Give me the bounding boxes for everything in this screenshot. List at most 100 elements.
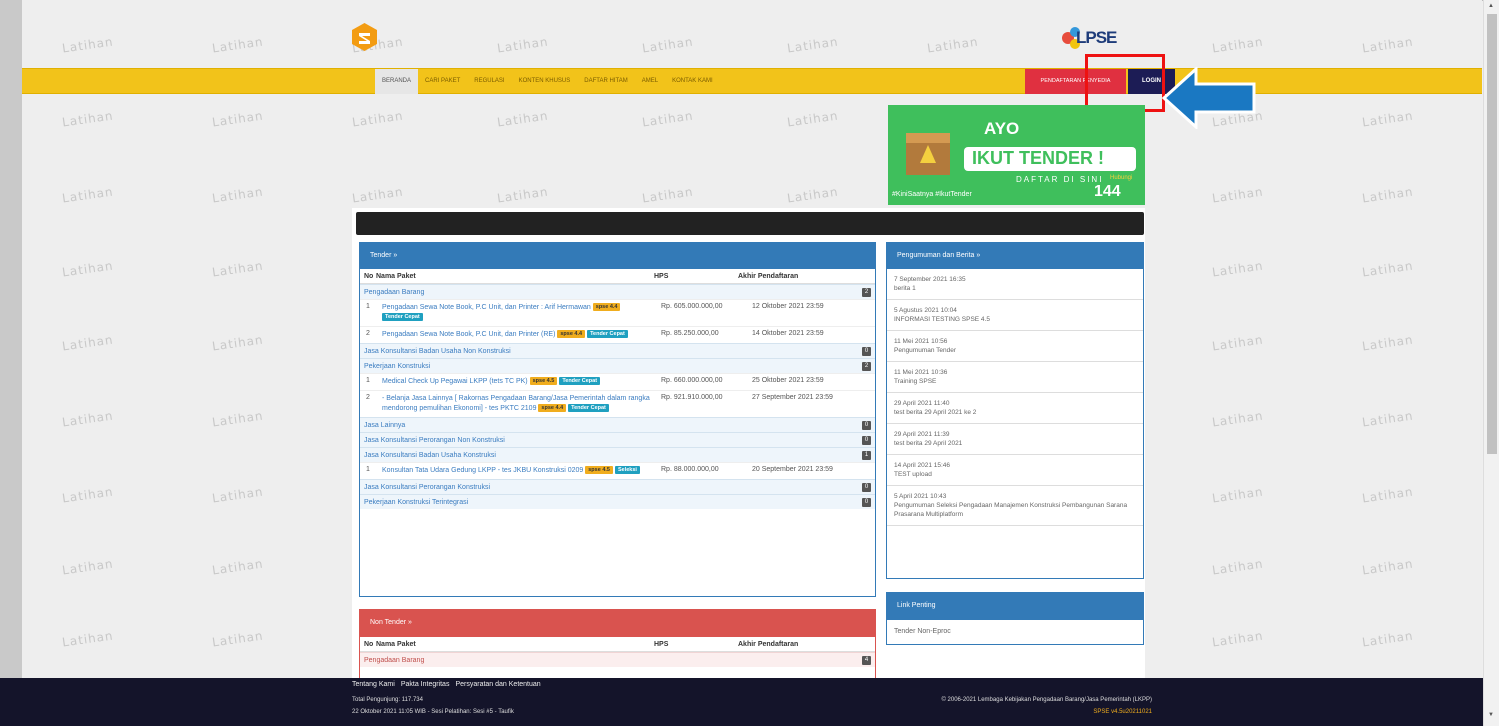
package-link[interactable]: Pengadaan Sewa Note Book, P.C Unit, dan … bbox=[376, 330, 661, 340]
news-item[interactable]: 5 Agustus 2021 10:04 INFORMASI TESTING SP… bbox=[887, 300, 1143, 331]
nav-item-cari-paket[interactable]: CARI PAKET bbox=[418, 69, 467, 94]
tender-category[interactable]: Jasa Konsultansi Badan Usaha Konstruksi 1 bbox=[360, 447, 875, 462]
news-item[interactable]: 11 Mei 2021 10:36 Training SPSE bbox=[887, 362, 1143, 393]
watermark-text: Latihan bbox=[1361, 484, 1415, 506]
watermark-text: Latihan bbox=[61, 408, 115, 430]
footer-link[interactable]: Tentang Kami bbox=[352, 681, 395, 688]
tender-panel-title[interactable]: Tender » bbox=[360, 243, 875, 269]
tender-panel: Tender » No Nama Paket HPS Akhir Pendaft… bbox=[359, 242, 876, 597]
link-item[interactable]: Tender Non-Eproc bbox=[887, 620, 1143, 643]
watermark-text: Latihan bbox=[641, 184, 695, 206]
left-gutter bbox=[0, 0, 22, 726]
col-hps: HPS bbox=[654, 641, 669, 648]
row-no: 1 bbox=[366, 303, 370, 310]
news-item[interactable]: 29 April 2021 11:40 test berita 29 April … bbox=[887, 393, 1143, 424]
tender-category[interactable]: Pekerjaan Konstruksi 2 bbox=[360, 358, 875, 373]
news-item[interactable]: 14 April 2021 15:46 TEST upload bbox=[887, 455, 1143, 486]
category-count-badge: 4 bbox=[862, 656, 871, 665]
banner-phone: 144 bbox=[1094, 183, 1121, 200]
package-name[interactable]: - Belanja Jasa Lainnya [ Rakornas Pengad… bbox=[382, 395, 650, 412]
package-name[interactable]: Pengadaan Sewa Note Book, P.C Unit, dan … bbox=[382, 304, 593, 311]
package-link[interactable]: Medical Check Up Pegawai LKPP (tets TC P… bbox=[376, 377, 661, 387]
watermark-text: Latihan bbox=[211, 258, 265, 280]
nav-item-amel[interactable]: AMEL bbox=[635, 69, 665, 94]
nav-item-konten-khusus[interactable]: KONTEN KHUSUS bbox=[512, 69, 578, 94]
watermark-text: Latihan bbox=[1211, 628, 1265, 650]
links-panel-title: Link Penting bbox=[887, 593, 1143, 620]
row-deadline: 12 Oktober 2021 23:59 bbox=[752, 303, 824, 310]
tender-category[interactable]: Jasa Lainnya 0 bbox=[360, 417, 875, 432]
nav-item-regulasi[interactable]: REGULASI bbox=[467, 69, 511, 94]
nontender-panel-title[interactable]: Non Tender » bbox=[360, 610, 875, 637]
news-title[interactable]: berita 1 bbox=[894, 284, 1136, 293]
watermark-text: Latihan bbox=[211, 408, 265, 430]
category-count-badge: 0 bbox=[862, 498, 871, 507]
nontender-category[interactable]: Pengadaan Barang 4 bbox=[360, 652, 875, 667]
news-title[interactable]: test berita 29 April 2021 bbox=[894, 439, 1136, 448]
watermark-text: Latihan bbox=[1211, 556, 1265, 578]
news-panel: Pengumuman dan Berita » 7 September 2021… bbox=[886, 242, 1144, 579]
news-panel-title[interactable]: Pengumuman dan Berita » bbox=[887, 243, 1143, 269]
package-name[interactable]: Pengadaan Sewa Note Book, P.C Unit, dan … bbox=[382, 331, 557, 338]
scroll-thumb[interactable] bbox=[1487, 14, 1497, 454]
news-item[interactable]: 29 April 2021 11:39 test berita 29 April … bbox=[887, 424, 1143, 455]
watermark-text: Latihan bbox=[1211, 484, 1265, 506]
footer-link[interactable]: Pakta Integritas bbox=[401, 681, 450, 688]
row-deadline: 25 Oktober 2021 23:59 bbox=[752, 377, 824, 384]
tender-table-body: Pengadaan Barang 2 1 Pengadaan Sewa Note Bo… bbox=[360, 284, 875, 509]
package-tag: spse 4.4 bbox=[557, 330, 586, 339]
visitor-count: Total Pengunjung: 117.734 bbox=[352, 697, 423, 703]
nav-item-daftar-hitam[interactable]: DAFTAR HITAM bbox=[577, 69, 634, 94]
watermark-text: Latihan bbox=[61, 628, 115, 650]
banner-line1: AYO bbox=[984, 119, 1020, 138]
news-title[interactable]: TEST upload bbox=[894, 470, 1136, 479]
tender-category[interactable]: Pengadaan Barang 2 bbox=[360, 284, 875, 299]
package-link[interactable]: - Belanja Jasa Lainnya [ Rakornas Pengad… bbox=[376, 394, 661, 414]
col-nama: Nama Paket bbox=[376, 273, 416, 280]
copyright: © 2006-2021 Lembaga Kebijakan Pengadaan … bbox=[941, 697, 1152, 703]
news-title[interactable]: Training SPSE bbox=[894, 377, 1136, 386]
footer-link[interactable]: Persyaratan dan Ketentuan bbox=[455, 681, 540, 688]
lpse-logo-text: LPSE bbox=[1076, 28, 1117, 47]
tender-category[interactable]: Jasa Konsultansi Perorangan Non Konstruk… bbox=[360, 432, 875, 447]
nav-item-beranda[interactable]: BERANDA bbox=[375, 69, 419, 94]
package-tag: spse 4.5 bbox=[585, 466, 613, 475]
row-no: 1 bbox=[366, 377, 370, 384]
tender-category[interactable]: Jasa Konsultansi Perorangan Konstruksi 0 bbox=[360, 479, 875, 494]
category-label: Jasa Konsultansi Perorangan Konstruksi bbox=[364, 484, 491, 491]
login-highlight-box bbox=[1085, 54, 1165, 112]
news-title[interactable]: test berita 29 April 2021 ke 2 bbox=[894, 408, 1136, 417]
news-item[interactable]: 7 September 2021 16:35 berita 1 bbox=[887, 269, 1143, 300]
nav-item-kontak-kami[interactable]: KONTAK KAMI bbox=[665, 69, 720, 94]
news-date: 5 Agustus 2021 10:04 bbox=[894, 307, 957, 314]
news-title[interactable]: Pengumuman Tender bbox=[894, 346, 1136, 355]
news-title[interactable]: INFORMASI TESTING SPSE 4.5 bbox=[894, 315, 1136, 324]
watermark-text: Latihan bbox=[786, 108, 840, 130]
news-date: 14 April 2021 15:46 bbox=[894, 462, 951, 469]
scroll-down-icon[interactable]: ▼ bbox=[1488, 712, 1494, 718]
watermark-text: Latihan bbox=[1211, 332, 1265, 354]
category-label: Jasa Konsultansi Badan Usaha Non Konstru… bbox=[364, 348, 511, 355]
watermark-text: Latihan bbox=[641, 108, 695, 130]
row-hps: Rp. 921.910.000,00 bbox=[661, 394, 723, 401]
scrollbar[interactable]: ▲ ▼ bbox=[1483, 0, 1499, 726]
col-akhir: Akhir Pendaftaran bbox=[738, 641, 799, 648]
news-item[interactable]: 11 Mei 2021 10:56 Pengumuman Tender bbox=[887, 331, 1143, 362]
ikut-tender-banner[interactable]: AYO IKUT TENDER ! DAFTAR DI SINI #KiniSa… bbox=[888, 105, 1145, 205]
news-item[interactable]: 5 April 2021 10:43 Pengumuman Seleksi Pen… bbox=[887, 486, 1143, 526]
category-label: Pengadaan Barang bbox=[364, 289, 425, 296]
table-row: 1 Pengadaan Sewa Note Book, P.C Unit, dan… bbox=[360, 299, 875, 326]
package-name[interactable]: Medical Check Up Pegawai LKPP (tets TC P… bbox=[382, 378, 530, 385]
package-name[interactable]: Konsultan Tata Udara Gedung LKPP - tes J… bbox=[382, 467, 585, 474]
news-date: 11 Mei 2021 10:36 bbox=[894, 369, 948, 376]
tender-category[interactable]: Jasa Konsultansi Badan Usaha Non Konstru… bbox=[360, 343, 875, 358]
package-link[interactable]: Pengadaan Sewa Note Book, P.C Unit, dan … bbox=[376, 303, 661, 323]
package-tag: Tender Cepat bbox=[382, 313, 423, 322]
news-title[interactable]: Pengumuman Seleksi Pengadaan Manajemen K… bbox=[894, 501, 1136, 519]
scroll-up-icon[interactable]: ▲ bbox=[1488, 3, 1494, 9]
spse-logo-icon[interactable] bbox=[351, 22, 378, 52]
tender-category[interactable]: Pekerjaan Konstruksi Terintegrasi 0 bbox=[360, 494, 875, 509]
header bbox=[22, 0, 1482, 68]
table-row: 1 Konsultan Tata Udara Gedung LKPP - tes … bbox=[360, 462, 875, 479]
package-link[interactable]: Konsultan Tata Udara Gedung LKPP - tes J… bbox=[376, 466, 661, 476]
